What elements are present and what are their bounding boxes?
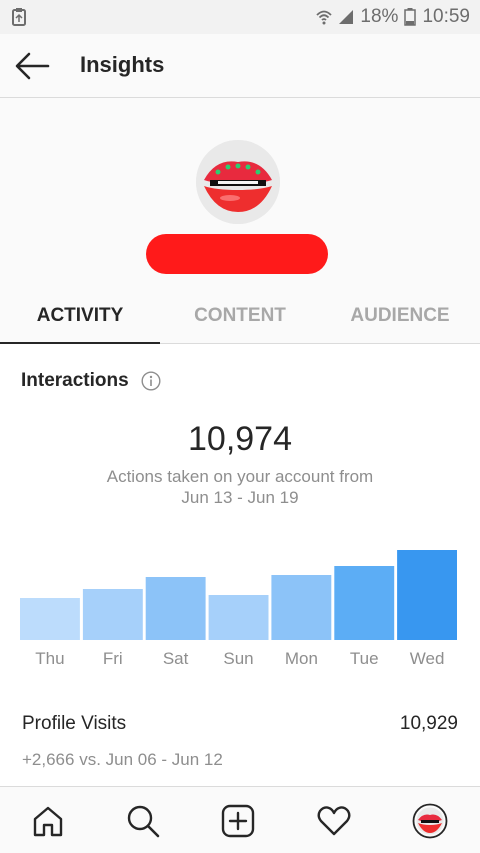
bar-tue[interactable] [334,566,395,640]
profile-visits-label: Profile Visits [22,713,127,734]
interactions-description: Actions taken on your account from Jun 1… [0,466,480,508]
tab-audience[interactable]: AUDIENCE [320,288,480,343]
active-tab-indicator [0,342,160,344]
bar-mon[interactable] [271,575,332,640]
interactions-bar-chart: Thu Fri Sat Sun Mon Tue Wed [20,550,457,668]
interactions-total: 10,974 [188,420,292,458]
battery-percentage: 18% [360,6,399,27]
nav-add-post[interactable] [218,801,258,841]
nav-activity[interactable] [314,801,354,841]
bar-fri[interactable] [82,589,143,640]
battery-icon [404,8,417,26]
bar-sun[interactable] [208,595,269,640]
redacted-username [146,234,328,274]
interactions-header: Interactions [21,370,161,392]
bar-sat[interactable] [145,577,206,640]
nav-profile[interactable] [410,801,450,841]
nav-search[interactable] [123,801,163,841]
signal-icon [339,10,354,24]
heart-icon [317,806,351,836]
tick-label-sun: Sun [223,649,253,668]
profile-visits-comparison: +2,666 vs. Jun 06 - Jun 12 [22,750,223,769]
clock: 10:59 [422,6,470,27]
insights-tabs: ACTIVITY CONTENT AUDIENCE [0,288,480,344]
section-title: Interactions [21,370,129,391]
tab-activity[interactable]: ACTIVITY [0,288,160,343]
bottom-navigation [0,786,480,853]
date-range: Jun 13 - Jun 19 [181,488,299,507]
search-icon [127,805,160,838]
profile-visits-value: 10,929 [399,713,458,734]
tick-label-sat: Sat [163,649,189,668]
tick-label-tue: Tue [350,649,379,668]
tick-label-fri: Fri [103,649,123,668]
app-header: Insights [0,34,480,98]
nav-home[interactable] [28,801,68,841]
bar-thu[interactable] [20,598,80,640]
home-icon [33,806,63,837]
bar-wed[interactable] [397,550,457,640]
tick-label-mon: Mon [285,649,318,668]
tab-content[interactable]: CONTENT [160,288,320,343]
profile-avatar-icon [412,803,448,839]
description-line-1: Actions taken on your account from [106,467,374,486]
tick-label-wed: Wed [410,649,445,668]
lips-image [196,140,280,224]
wifi-icon [316,10,333,25]
profile-avatar [196,140,280,224]
add-post-icon [221,804,255,838]
arrow-left-icon[interactable] [14,50,50,82]
status-bar: 18% 10:59 [0,0,480,34]
info-icon[interactable] [141,371,161,391]
tick-label-thu: Thu [35,649,64,668]
page-title: Insights [80,52,165,77]
notification-icon [12,8,26,26]
